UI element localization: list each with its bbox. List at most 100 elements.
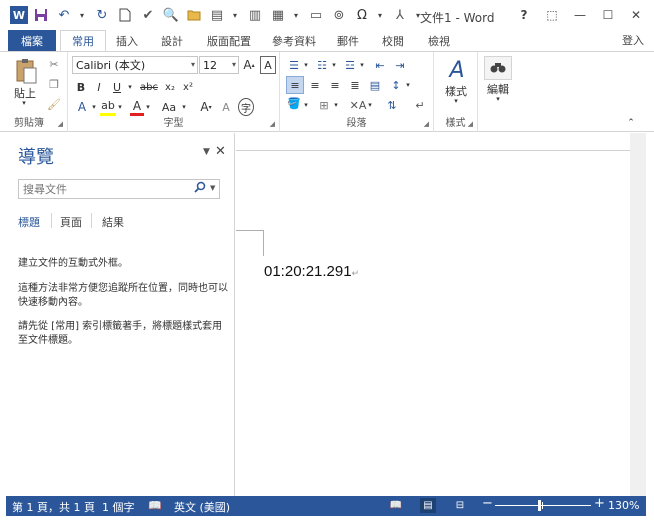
vertical-scrollbar[interactable] xyxy=(630,133,646,496)
tab-layout[interactable]: 版面配置 xyxy=(203,30,255,51)
tab-file[interactable]: 檔案 xyxy=(8,30,56,51)
zoom-out-button[interactable]: − xyxy=(482,496,493,511)
multilevel-list-icon[interactable]: ☲ xyxy=(342,56,358,74)
search-icon[interactable] xyxy=(194,181,206,196)
chevron-down-icon[interactable]: ▾ xyxy=(302,56,310,74)
open-icon[interactable] xyxy=(184,5,204,25)
bold-button[interactable]: B xyxy=(74,78,88,96)
font-size-select[interactable]: 12 ▾ xyxy=(199,56,239,74)
chevron-down-icon[interactable]: ▾ xyxy=(366,96,374,114)
zoom-slider-thumb[interactable] xyxy=(538,500,542,511)
structure-icon[interactable]: ⅄ xyxy=(390,5,410,25)
sort-icon[interactable]: ⇅ xyxy=(384,96,400,114)
zoom-slider[interactable] xyxy=(495,505,591,506)
tab-design[interactable]: 設計 xyxy=(154,30,190,51)
cut-icon[interactable]: ✂ xyxy=(46,56,62,72)
tab-review[interactable]: 校閱 xyxy=(376,30,410,51)
borders-icon[interactable]: ⊞ xyxy=(316,96,332,114)
web-layout-icon[interactable]: ⊟ xyxy=(452,498,468,513)
tab-headings[interactable]: 標題 xyxy=(18,214,40,230)
chevron-down-icon[interactable]: ▼ xyxy=(203,147,210,157)
textbox-icon[interactable]: ▤ xyxy=(207,5,227,25)
show-marks-icon[interactable]: ↵ xyxy=(412,96,428,114)
close-icon[interactable]: ✕ xyxy=(215,144,226,159)
chevron-down-icon[interactable]: ▾ xyxy=(332,96,340,114)
increase-indent-icon[interactable]: ⇥ xyxy=(392,56,408,74)
grow-font-icon[interactable]: A ▴ xyxy=(241,56,257,74)
font-name-select[interactable]: Calibri (本文) ▾ xyxy=(72,56,198,74)
format-painter-icon[interactable]: 🖌 xyxy=(46,96,62,112)
chevron-down-icon[interactable]: ▾ xyxy=(125,78,135,96)
chevron-down-icon[interactable]: ▾ xyxy=(302,96,310,114)
decrease-indent-icon[interactable]: ⇤ xyxy=(372,56,388,74)
link-icon[interactable]: ⊚ xyxy=(329,5,349,25)
search-input[interactable] xyxy=(18,179,220,199)
help-button[interactable]: ? xyxy=(512,4,536,26)
find-icon[interactable] xyxy=(484,56,512,80)
spellcheck-icon[interactable]: ✔ xyxy=(138,5,158,25)
tab-references[interactable]: 參考資料 xyxy=(268,30,320,51)
italic-button[interactable]: I xyxy=(92,78,106,96)
paste-icon[interactable] xyxy=(12,56,40,86)
page-count[interactable]: 第 1 頁，共 1 頁 xyxy=(12,499,95,515)
underline-button[interactable]: U xyxy=(110,78,124,96)
tab-home[interactable]: 常用 xyxy=(60,30,106,51)
new-doc-icon[interactable] xyxy=(115,5,135,25)
tab-pages[interactable]: 頁面 xyxy=(60,214,82,230)
tab-insert[interactable]: 插入 xyxy=(110,30,144,51)
align-center-icon[interactable]: ≡ xyxy=(306,76,324,94)
chevron-down-icon[interactable]: ▾ xyxy=(77,5,87,25)
save-icon[interactable] xyxy=(31,5,51,25)
maximize-button[interactable]: ☐ xyxy=(596,4,620,26)
line-spacing-icon[interactable]: ↕ xyxy=(388,76,404,94)
dialog-launcher-icon[interactable]: ◢ xyxy=(468,120,473,128)
signin-link[interactable]: 登入 xyxy=(622,32,644,48)
proofing-icon[interactable]: 📖 xyxy=(148,499,162,512)
print-layout-icon[interactable]: ▤ xyxy=(420,498,436,513)
paste-button[interactable]: 貼上 xyxy=(10,86,40,100)
close-button[interactable]: ✕ xyxy=(624,4,648,26)
styles-button[interactable]: 樣式 xyxy=(438,84,474,98)
chevron-down-icon[interactable]: ▾ xyxy=(404,76,412,94)
word-count[interactable]: 1 個字 xyxy=(102,499,135,515)
tab-results[interactable]: 結果 xyxy=(102,214,124,230)
numbering-icon[interactable]: ☷ xyxy=(314,56,330,74)
tab-mailings[interactable]: 郵件 xyxy=(333,30,363,51)
chevron-down-icon[interactable]: ▾ xyxy=(330,56,338,74)
dialog-launcher-icon[interactable]: ◢ xyxy=(424,120,429,128)
zoom-level[interactable]: 130% xyxy=(608,499,639,512)
language-indicator[interactable]: 英文 (美國) xyxy=(174,499,230,515)
chevron-down-icon[interactable]: ▾ xyxy=(14,99,34,107)
justify-icon[interactable]: ≣ xyxy=(346,76,364,94)
zoom-in-button[interactable]: + xyxy=(594,496,605,511)
dialog-launcher-icon[interactable]: ◢ xyxy=(270,120,275,128)
ribbon-display-options-icon[interactable]: ⬚ xyxy=(540,4,564,26)
styles-icon[interactable]: A xyxy=(444,56,470,84)
copy-icon[interactable]: ❐ xyxy=(46,76,62,92)
chevron-down-icon[interactable]: ▾ xyxy=(291,5,301,25)
tab-view[interactable]: 檢視 xyxy=(422,30,456,51)
page-layout-icon[interactable]: ▭ xyxy=(306,5,326,25)
shading-icon[interactable]: 🪣 xyxy=(286,96,302,114)
chevron-down-icon[interactable]: ▼ xyxy=(210,184,215,192)
document-area[interactable]: 01:20:21.291↵ xyxy=(236,133,646,496)
minimize-button[interactable]: — xyxy=(568,4,592,26)
align-left-icon[interactable]: ≡ xyxy=(286,76,304,94)
symbol-icon[interactable]: Ω xyxy=(352,5,372,25)
redo-icon[interactable]: ↻ xyxy=(92,5,112,25)
align-right-icon[interactable]: ≡ xyxy=(326,76,344,94)
chevron-down-icon[interactable]: ▾ xyxy=(358,56,366,74)
chevron-down-icon[interactable]: ▾ xyxy=(230,5,240,25)
subscript-button[interactable]: x₂ xyxy=(162,78,178,96)
print-preview-icon[interactable]: 🔍 xyxy=(161,5,181,25)
undo-icon[interactable]: ↶ xyxy=(54,5,74,25)
clear-format-icon[interactable]: A xyxy=(260,56,276,74)
bullets-icon[interactable]: ☰ xyxy=(286,56,302,74)
collapse-ribbon-icon[interactable]: ⌃ xyxy=(624,116,638,130)
superscript-button[interactable]: x² xyxy=(180,78,196,96)
chevron-down-icon[interactable]: ▾ xyxy=(375,5,385,25)
read-mode-icon[interactable]: 📖 xyxy=(388,498,404,513)
asian-layout-icon[interactable]: ✕A xyxy=(350,96,367,114)
document-body-text[interactable]: 01:20:21.291↵ xyxy=(264,263,359,280)
dialog-launcher-icon[interactable]: ◢ xyxy=(58,120,63,128)
